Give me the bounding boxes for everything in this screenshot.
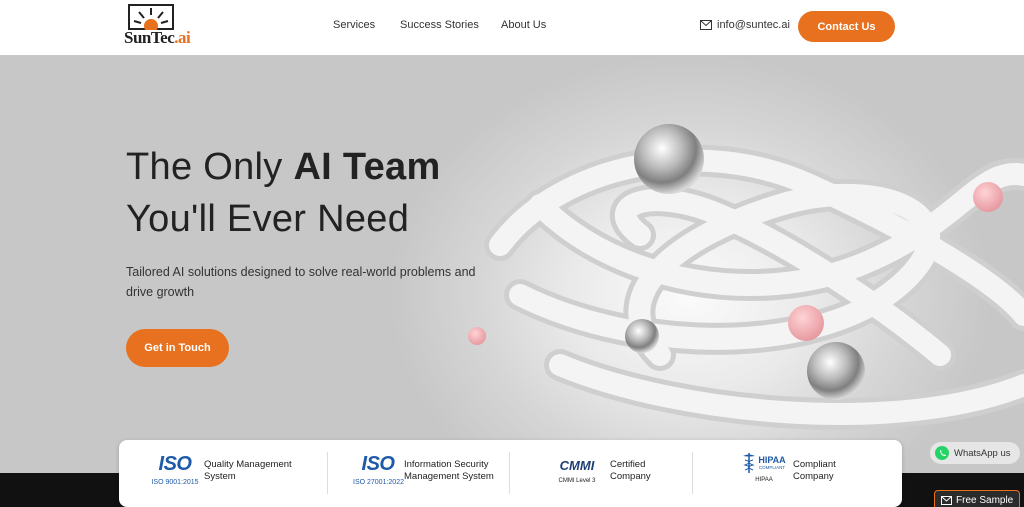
cert-iso-27001: ISO ISO 27001:2022 Information Security … xyxy=(328,440,509,507)
hero-title: The Only AI Team You'll Ever Need xyxy=(126,141,441,245)
hipaa-logo-text: HIPAA xyxy=(758,455,786,465)
hero-title-line2: You'll Ever Need xyxy=(126,198,410,240)
cert-cmmi: CMMI CMMI Level 3 Certified Company xyxy=(510,440,692,507)
hero-section: The Only AI Team You'll Ever Need Tailor… xyxy=(0,55,1024,473)
brand-name: SunTec xyxy=(124,28,175,47)
free-sample-button[interactable]: Free Sample xyxy=(934,490,1020,507)
whatsapp-label: WhatsApp us xyxy=(954,447,1011,459)
site-header: SunTec.ai Services Success Stories About… xyxy=(0,0,1024,55)
caduceus-icon xyxy=(743,453,756,473)
envelope-icon xyxy=(941,495,952,505)
cmmi-level-text: CMMI Level 3 xyxy=(558,478,596,484)
iso-27001-code: ISO 27001:2022 xyxy=(353,479,404,486)
cert-iso-9001-text: Quality Management System xyxy=(204,459,292,483)
iso-9001-code: ISO 9001:2015 xyxy=(151,479,199,486)
cmmi-logo: CMMI CMMI Level 3 xyxy=(552,454,602,494)
nav-services[interactable]: Services xyxy=(333,19,375,31)
cert-line1: Quality Management xyxy=(204,459,292,470)
cmmi-logo-text: CMMI xyxy=(559,458,595,473)
page: SunTec.ai Services Success Stories About… xyxy=(0,0,1024,507)
hipaa-logo: HIPAA COMPLIANT HIPAA xyxy=(733,452,795,492)
whatsapp-chat-button[interactable]: WhatsApp us xyxy=(930,442,1020,464)
iso-27001-logo: ISO ISO 27001:2022 xyxy=(353,453,404,494)
hipaa-logo-small: COMPLIANT xyxy=(758,465,786,470)
brand-wordmark: SunTec.ai xyxy=(124,28,191,48)
hipaa-caption: HIPAA xyxy=(755,477,773,483)
cert-line2: Company xyxy=(610,471,651,482)
brand-ai-suffix: .ai xyxy=(174,28,191,47)
certifications-card: ISO ISO 9001:2015 Quality Management Sys… xyxy=(119,440,902,507)
sun-logo-icon xyxy=(128,4,174,30)
hero-title-bold: AI Team xyxy=(293,146,441,188)
nav-success-stories[interactable]: Success Stories xyxy=(400,19,479,31)
brand-logo[interactable]: SunTec.ai xyxy=(124,4,194,48)
whatsapp-icon xyxy=(935,446,949,460)
contact-us-button[interactable]: Contact Us xyxy=(798,11,895,42)
hero-title-plain: The Only xyxy=(126,146,294,188)
cert-line1: Compliant xyxy=(793,459,836,470)
cert-line2: Management System xyxy=(404,471,494,482)
cert-line2: System xyxy=(204,471,236,482)
iso-logo-text: ISO xyxy=(158,453,192,475)
free-sample-label: Free Sample xyxy=(956,494,1014,506)
nav-about-us[interactable]: About Us xyxy=(501,19,546,31)
iso-logo-text: ISO xyxy=(361,453,395,475)
email-address: info@suntec.ai xyxy=(717,19,790,31)
email-link[interactable]: info@suntec.ai xyxy=(700,19,790,31)
mail-icon xyxy=(700,20,712,30)
cert-line1: Information Security xyxy=(404,459,489,470)
cert-line1: Certified xyxy=(610,459,646,470)
cert-line2: Company xyxy=(793,471,834,482)
cert-iso-9001: ISO ISO 9001:2015 Quality Management Sys… xyxy=(119,440,326,507)
cert-cmmi-text: Certified Company xyxy=(610,459,651,483)
hero-subtitle: Tailored AI solutions designed to solve … xyxy=(126,265,476,299)
iso-9001-logo: ISO ISO 9001:2015 xyxy=(150,454,200,494)
cert-iso-27001-text: Information Security Management System xyxy=(404,459,494,483)
cert-hipaa-text: Compliant Company xyxy=(793,459,836,483)
get-in-touch-button[interactable]: Get in Touch xyxy=(126,329,229,367)
cert-hipaa: HIPAA COMPLIANT HIPAA Compliant Company xyxy=(693,440,902,507)
